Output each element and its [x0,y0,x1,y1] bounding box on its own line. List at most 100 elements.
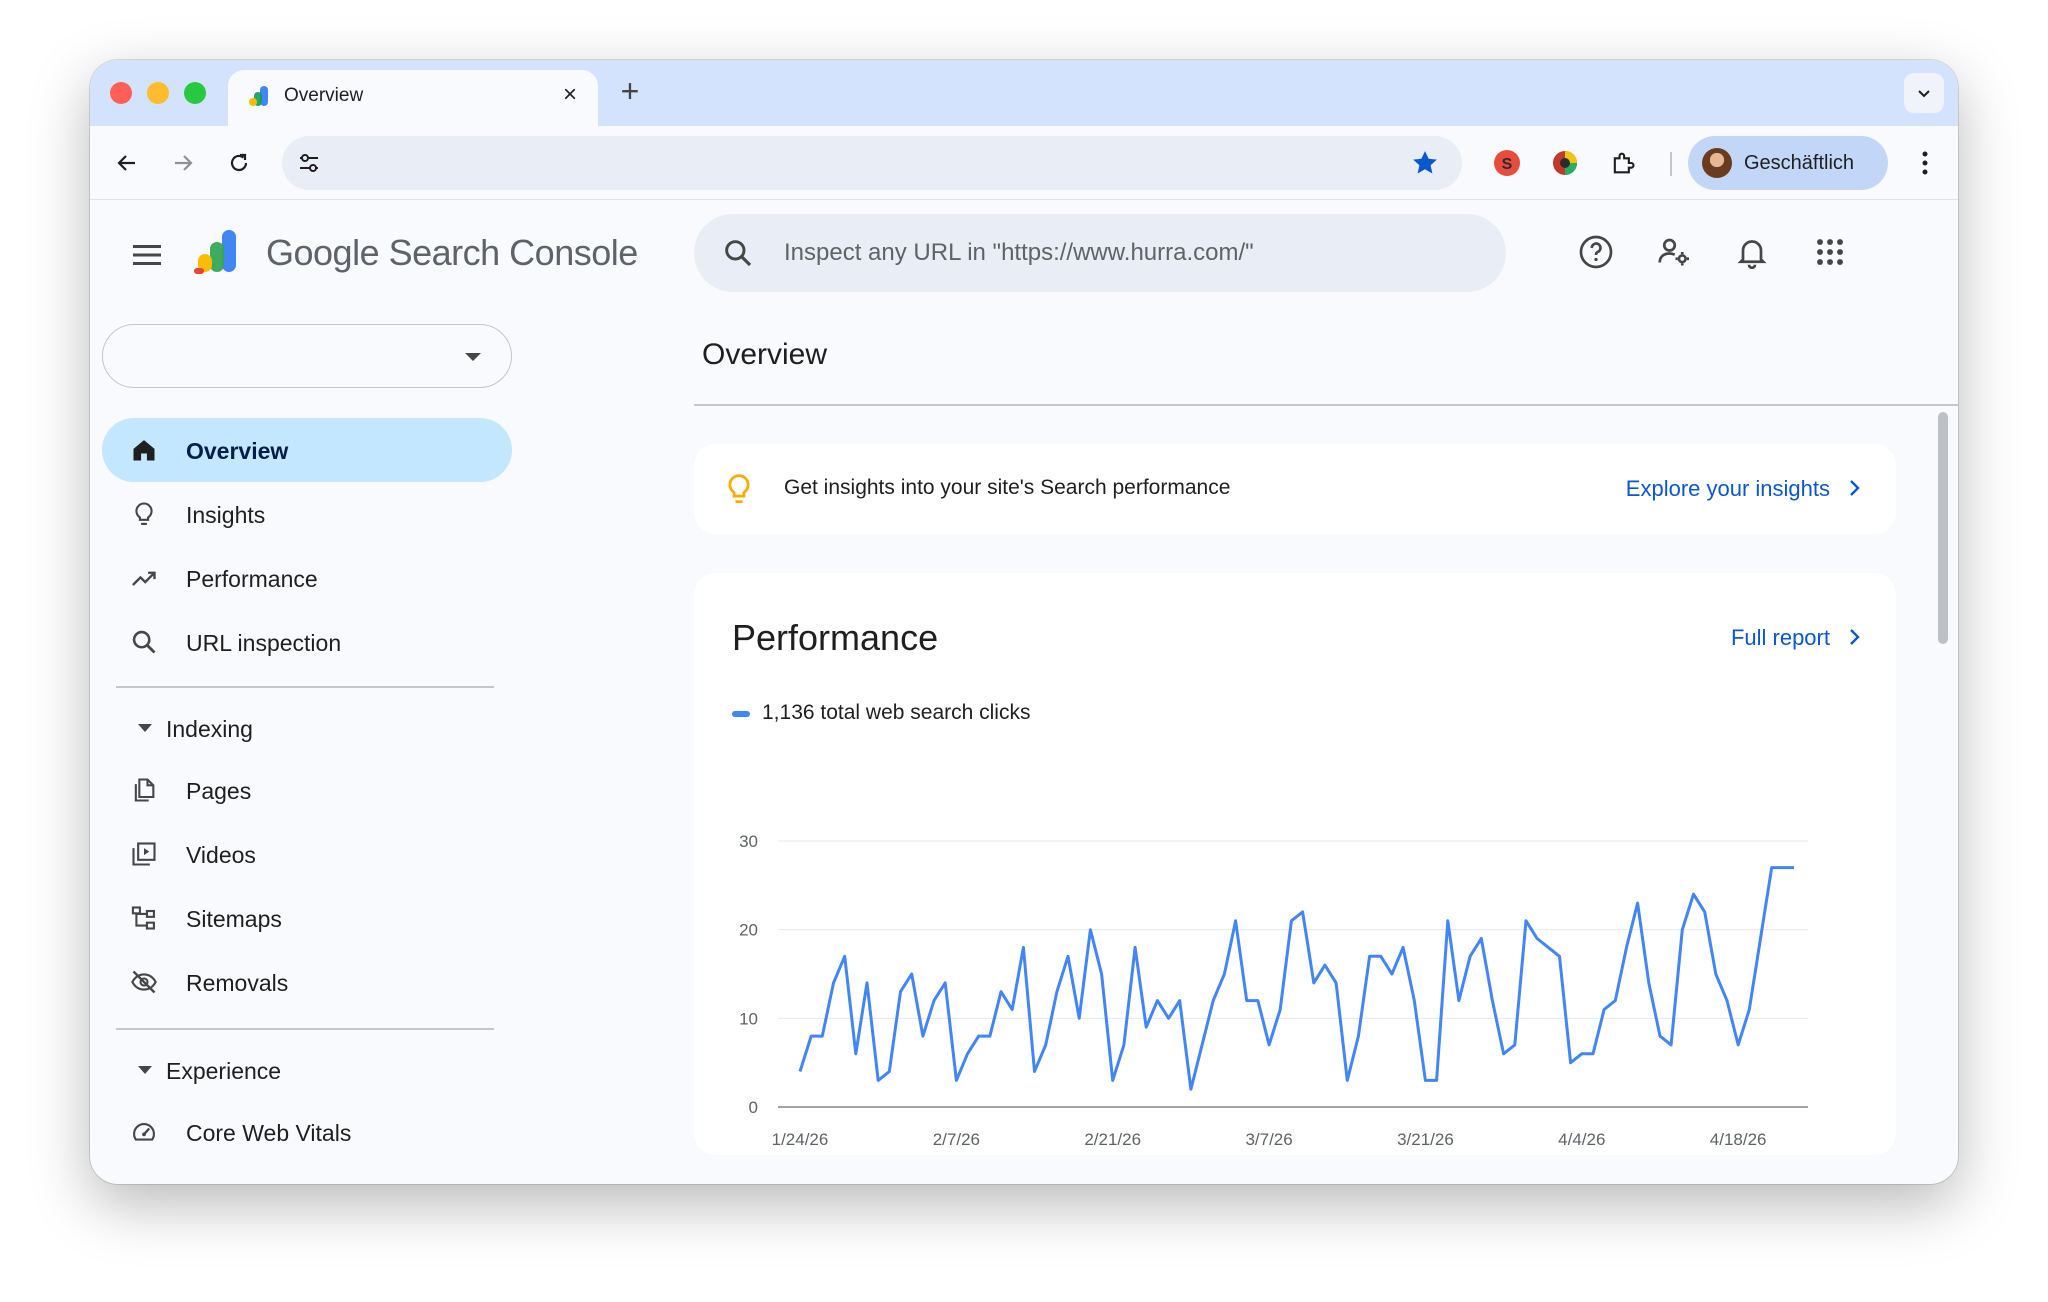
notifications-icon[interactable] [1730,230,1774,274]
sidebar-item-label: Pages [186,778,252,804]
sidebar-item-performance[interactable]: Performance [102,546,512,610]
trending-up-icon [132,571,156,586]
home-icon [133,440,155,461]
sidebar-item-label: Sitemaps [186,906,282,932]
minimize-window-button[interactable] [147,82,169,104]
sidebar-divider [116,1028,494,1030]
arrow-right-icon [175,155,193,171]
sidebar-item-overview[interactable]: Overview [102,418,512,482]
x-tick-label: 2/21/26 [1084,1130,1141,1149]
title-divider [694,404,1958,406]
tab-close-icon[interactable]: × [556,81,584,109]
videos-icon [132,842,156,866]
address-bar[interactable] [282,136,1462,190]
collapse-triangle-icon [138,724,152,732]
explore-insights-link[interactable]: Explore your insights [1626,476,1830,502]
tab-search-button[interactable] [1904,73,1944,113]
sidebar-item-videos[interactable]: Videos [102,822,512,886]
section-label: Experience [166,1058,282,1084]
browser-toolbar: S Geschäftlich [90,126,1958,200]
x-tick-label: 3/21/26 [1397,1130,1454,1149]
search-icon [132,630,156,654]
sidebar-item-label: Performance [186,566,318,592]
insights-text: Get insights into your site's Search per… [784,476,1231,499]
search-icon [725,240,752,267]
x-tick-label: 4/4/26 [1558,1130,1605,1149]
x-tick-label: 4/18/26 [1710,1130,1767,1149]
sidebar-item-label: Core Web Vitals [186,1120,352,1146]
sidebar-item-label: Overview [186,438,289,464]
svg-text:S: S [1502,156,1513,173]
close-window-button[interactable] [110,82,132,104]
tab-title: Overview [284,85,364,106]
seo-extension-icon[interactable]: S [1490,146,1524,180]
sidebar-item-removals[interactable]: Removals [102,950,512,1014]
speed-gauge-icon [133,1123,155,1141]
sidebar-item-url-inspection[interactable]: URL inspection [102,610,512,674]
scrollbar-thumb[interactable] [1938,412,1948,644]
sidebar-section-experience[interactable]: Experience [102,1042,512,1098]
puzzle-extension-icon[interactable] [1606,146,1640,180]
sidebar-item-sitemaps[interactable]: Sitemaps [102,886,512,950]
back-button[interactable] [108,144,146,182]
x-tick-label: 1/24/26 [772,1130,829,1149]
manage-users-icon[interactable] [1652,230,1696,274]
lightbulb-icon [135,502,153,525]
section-label: Indexing [166,716,253,742]
sidebar-item-core-web-vitals[interactable]: Core Web Vitals [102,1100,512,1164]
color-extension-icon[interactable] [1548,146,1582,180]
sidebar-item-label: Videos [186,842,256,868]
help-icon[interactable] [1574,230,1618,274]
brand-google: Google [266,232,380,273]
browser-menu-button[interactable] [1910,146,1940,180]
sidebar-item-insights[interactable]: Insights [102,482,512,546]
site-settings-icon[interactable] [296,150,322,176]
pages-icon [134,778,155,802]
browser-window: Overview × + S Geschäftlich Google Searc… [90,60,1958,1184]
product-name[interactable]: Google Search Console [266,232,638,274]
sitemaps-icon [131,906,155,930]
x-tick-label: 3/7/26 [1245,1130,1292,1149]
chevron-right-icon[interactable] [1842,476,1866,500]
chevron-down-icon [1918,90,1930,98]
y-tick-label: 30 [739,832,758,851]
reload-icon [230,153,248,172]
profile-button[interactable]: Geschäftlich [1688,136,1888,190]
reload-button[interactable] [220,144,258,182]
lightbulb-icon [728,474,750,504]
maximize-window-button[interactable] [184,82,206,104]
sidebar-section-indexing[interactable]: Indexing [102,700,512,756]
y-tick-label: 10 [739,1009,758,1028]
page-title: Overview [702,338,828,371]
x-tick-label: 2/7/26 [933,1130,980,1149]
tab-strip: Overview × + [90,60,1958,126]
search-console-favicon-icon [249,86,268,106]
sidebar-divider [116,686,494,688]
insights-banner: Get insights into your site's Search per… [694,444,1896,534]
url-inspection-search[interactable] [694,214,1506,292]
toolbar-separator [1670,152,1672,176]
collapse-triangle-icon [138,1066,152,1074]
y-tick-label: 0 [749,1098,758,1117]
performance-card: Performance Full report 1,136 total web … [694,573,1896,1155]
bookmark-star-icon[interactable] [1410,148,1440,178]
search-console-logo-icon [194,230,236,274]
property-selector[interactable] [102,324,512,388]
sidebar-item-pages[interactable]: Pages [102,758,512,822]
forward-button[interactable] [164,144,202,182]
plus-icon[interactable]: + [612,74,648,110]
arrow-left-icon [117,155,135,171]
dropdown-caret-icon [465,353,481,361]
profile-name: Geschäftlich [1744,152,1855,174]
brand-product: Search Console [388,232,639,273]
search-input[interactable] [784,234,1464,272]
y-tick-label: 20 [739,921,758,940]
avatar [1702,148,1732,178]
clicks-line-chart: 0 10 20 30 1/24/26 2/7/26 2/21/26 3/7/26 3/21/26… [739,832,1808,1149]
apps-grid-icon[interactable] [1808,230,1852,274]
more-vert-icon [1922,151,1928,175]
browser-tab[interactable]: Overview × [228,70,598,126]
sidebar-item-label: Removals [186,970,289,996]
series-line-clicks[interactable] [798,866,1794,1091]
main-menu-icon[interactable] [130,238,164,272]
